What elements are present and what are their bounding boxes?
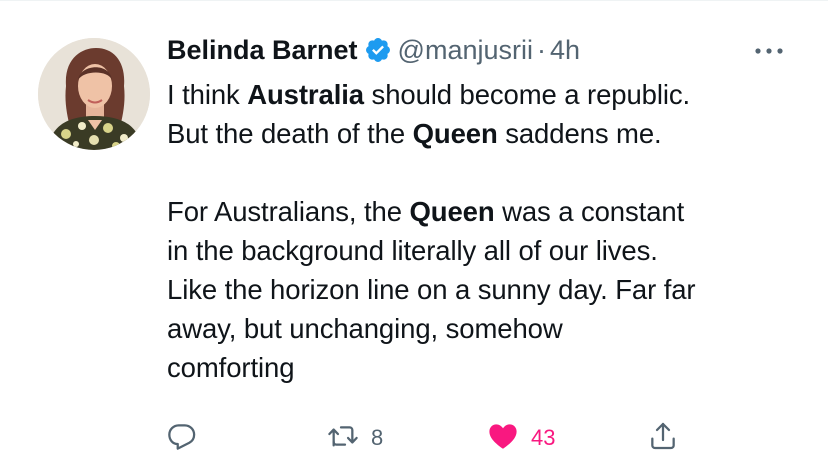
timestamp[interactable]: 4h	[550, 35, 580, 66]
display-name[interactable]: Belinda Barnet	[167, 35, 358, 66]
like-count: 43	[531, 425, 556, 450]
tweet-text: I think Australia should become a republ…	[167, 75, 807, 387]
tweet-line-5: Like the horizon line on a sunny day. Fa…	[167, 274, 696, 305]
share-icon	[647, 420, 679, 457]
tweet-line-7: comforting	[167, 352, 295, 383]
retweet-icon	[325, 420, 361, 457]
retweet-button[interactable]: 8	[325, 420, 383, 456]
handle[interactable]: @manjusrii	[398, 35, 533, 66]
like-icon	[485, 420, 521, 457]
separator-dot: ·	[536, 34, 546, 65]
tweet-header: Belinda Barnet @manjusrii · 4h	[167, 30, 580, 70]
avatar[interactable]	[38, 38, 150, 150]
verified-badge-icon	[364, 36, 392, 64]
reply-button[interactable]	[165, 420, 199, 456]
tweet-line-3: For Australians, the Queen was a constan…	[167, 196, 685, 227]
more-icon[interactable]	[752, 44, 786, 56]
tweet-line-6: away, but unchanging, somehow	[167, 313, 563, 344]
tweet-line-4: in the background literally all of our l…	[167, 235, 658, 266]
tweet-line-2: But the death of the Queen saddens me.	[167, 118, 662, 149]
like-button[interactable]: 43	[485, 420, 555, 456]
tweet-line-1: I think Australia should become a republ…	[167, 79, 691, 110]
retweet-count: 8	[371, 425, 384, 450]
share-button[interactable]	[647, 420, 679, 456]
tweet-actions: 8 43	[165, 420, 685, 456]
paragraph-break	[167, 153, 807, 192]
tweet[interactable]: Belinda Barnet @manjusrii · 4h I think A…	[0, 0, 828, 471]
reply-icon	[165, 420, 199, 457]
